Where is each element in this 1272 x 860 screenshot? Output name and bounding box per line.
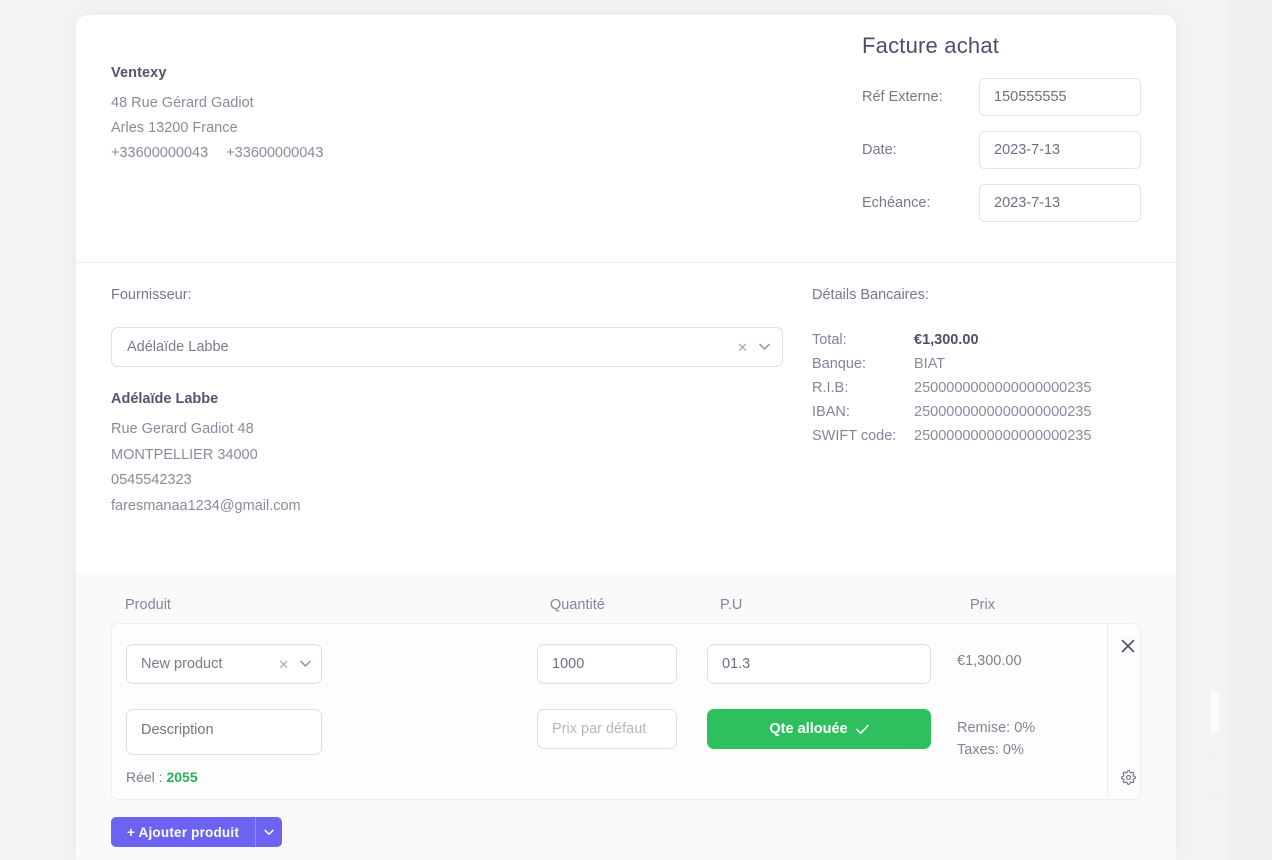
qte-allouee-label: Qte allouée: [769, 721, 848, 737]
bank-value-iban: 2500000000000000000235: [914, 404, 1092, 420]
supplier-phone: 0545542323: [111, 472, 192, 488]
ghost-bar: [1210, 692, 1219, 732]
bank-key-swift: SWIFT code:: [812, 428, 897, 444]
product-line-main: New product ✕ Réel : 2055: [112, 624, 1107, 799]
invoice-meta-block: Facture achat Réf Externe: Date: Echéanc…: [862, 33, 1152, 237]
description-textarea[interactable]: [126, 709, 322, 755]
product-selected-value: New product: [141, 656, 223, 672]
field-row-date: Date:: [862, 131, 1152, 169]
product-select[interactable]: New product ✕: [126, 644, 322, 684]
fournisseur-label: Fournisseur:: [111, 287, 192, 303]
ref-externe-label: Réf Externe:: [862, 89, 943, 105]
company-phone-1: +33600000043: [111, 145, 209, 161]
unit-price-input[interactable]: [707, 644, 931, 684]
supplier-details: Adélaïde Labbe Rue Gerard Gadiot 48 MONT…: [111, 391, 751, 519]
bank-value-swift: 2500000000000000000235: [914, 428, 1092, 444]
ghost-text-1: A: [1206, 750, 1215, 765]
column-header-pu: P.U: [720, 597, 743, 613]
bank-value-banque: BIAT: [914, 356, 946, 372]
page-title: Facture achat: [862, 33, 1000, 58]
invoice-document-card: Ventexy 48 Rue Gérard Gadiot Arles 13200…: [76, 15, 1176, 860]
product-line-pu-cell: Qte allouée: [707, 644, 957, 799]
close-icon[interactable]: [1116, 634, 1140, 658]
bank-value-rib: 2500000000000000000235: [914, 380, 1092, 396]
bank-key-total: Total:: [812, 332, 847, 348]
reel-stock-text: Réel : 2055: [126, 769, 537, 785]
bank-row-iban: IBAN: 2500000000000000000235: [812, 400, 1142, 424]
supplier-city: MONTPELLIER 34000: [111, 446, 258, 463]
fournisseur-select[interactable]: Adélaïde Labbe ✕: [111, 327, 783, 367]
products-section: Produit Quantité P.U Prix New product ✕: [76, 573, 1176, 860]
company-phones: +33600000043 +33600000043: [111, 141, 337, 166]
product-line-row: New product ✕ Réel : 2055: [111, 623, 1141, 800]
fournisseur-selected-value: Adélaïde Labbe: [127, 339, 229, 355]
echeance-label: Echéance:: [862, 195, 931, 211]
bank-details-title: Détails Bancaires:: [812, 287, 929, 303]
chevron-down-icon[interactable]: [297, 656, 313, 672]
bank-key-banque: Banque:: [812, 356, 867, 372]
gear-icon[interactable]: [1116, 765, 1140, 789]
bank-row-banque: Banque: BIAT: [812, 352, 1142, 376]
add-product-group: + Ajouter produit: [111, 817, 283, 847]
bank-row-rib: R.I.B: 2500000000000000000235: [812, 376, 1142, 400]
bank-details-block: Détails Bancaires: Total: €1,300.00 Banq…: [812, 287, 1142, 448]
company-phone-2: +33600000043: [226, 145, 324, 161]
bank-key-rib: R.I.B:: [812, 380, 849, 396]
product-line-prix-cell: €1,300.00 Remise: 0% Taxes: 0%: [957, 644, 1107, 799]
date-label: Date:: [862, 142, 897, 158]
supplier-name: Adélaïde Labbe: [111, 391, 219, 407]
bank-row-swift: SWIFT code: 2500000000000000000235: [812, 424, 1142, 448]
qte-allouee-button[interactable]: Qte allouée: [707, 709, 931, 749]
column-header-prix: Prix: [970, 597, 995, 613]
supplier-section: Fournisseur: Adélaïde Labbe ✕ Adélaïde L…: [76, 263, 1176, 573]
ghost-panel: [1228, 0, 1272, 860]
product-line-actions: [1107, 624, 1140, 799]
ghost-text-2: De: [1204, 784, 1222, 800]
ref-externe-input[interactable]: [979, 78, 1141, 116]
company-block: Ventexy 48 Rue Gérard Gadiot Arles 13200…: [111, 65, 337, 166]
echeance-input[interactable]: [979, 184, 1141, 222]
supplier-email: faresmanaa1234@gmail.com: [111, 497, 301, 514]
column-header-produit: Produit: [125, 597, 171, 613]
supplier-block: Fournisseur: Adélaïde Labbe ✕ Adélaïde L…: [111, 287, 783, 519]
chevron-down-icon: [264, 829, 274, 836]
bank-row-total: Total: €1,300.00: [812, 328, 1142, 352]
bank-value-total: €1,300.00: [914, 332, 979, 348]
reel-label: Réel :: [126, 769, 163, 785]
company-address-line1: 48 Rue Gérard Gadiot: [111, 95, 254, 111]
line-price-total: €1,300.00: [957, 653, 1022, 669]
products-column-headers: Produit Quantité P.U Prix: [111, 597, 1141, 613]
close-icon[interactable]: ✕: [270, 658, 297, 671]
check-icon: [855, 724, 869, 735]
field-row-echeance: Echéance:: [862, 184, 1152, 222]
company-name: Ventexy: [111, 65, 167, 81]
bank-key-iban: IBAN:: [812, 404, 850, 420]
quantity-input[interactable]: [537, 644, 677, 684]
column-header-quantite: Quantité: [550, 597, 605, 613]
supplier-address: Rue Gerard Gadiot 48: [111, 421, 254, 437]
date-input[interactable]: [979, 131, 1141, 169]
close-icon[interactable]: ✕: [729, 341, 756, 354]
field-row-ref-externe: Réf Externe:: [862, 78, 1152, 116]
line-price-breakdown: Remise: 0% Taxes: 0%: [957, 717, 1107, 761]
company-address-line2: Arles 13200 France: [111, 120, 238, 136]
line-remise: Remise: 0%: [957, 720, 1036, 736]
document-header: Ventexy 48 Rue Gérard Gadiot Arles 13200…: [76, 15, 1176, 262]
product-line-quantite-cell: [537, 644, 707, 799]
add-product-button[interactable]: + Ajouter produit: [111, 817, 256, 847]
product-line-produit-cell: New product ✕ Réel : 2055: [126, 644, 537, 799]
default-price-input[interactable]: [537, 709, 677, 749]
add-product-dropdown-button[interactable]: [255, 817, 283, 847]
reel-value: 2055: [166, 769, 198, 785]
line-taxes: Taxes: 0%: [957, 742, 1024, 758]
chevron-down-icon[interactable]: [756, 339, 772, 355]
